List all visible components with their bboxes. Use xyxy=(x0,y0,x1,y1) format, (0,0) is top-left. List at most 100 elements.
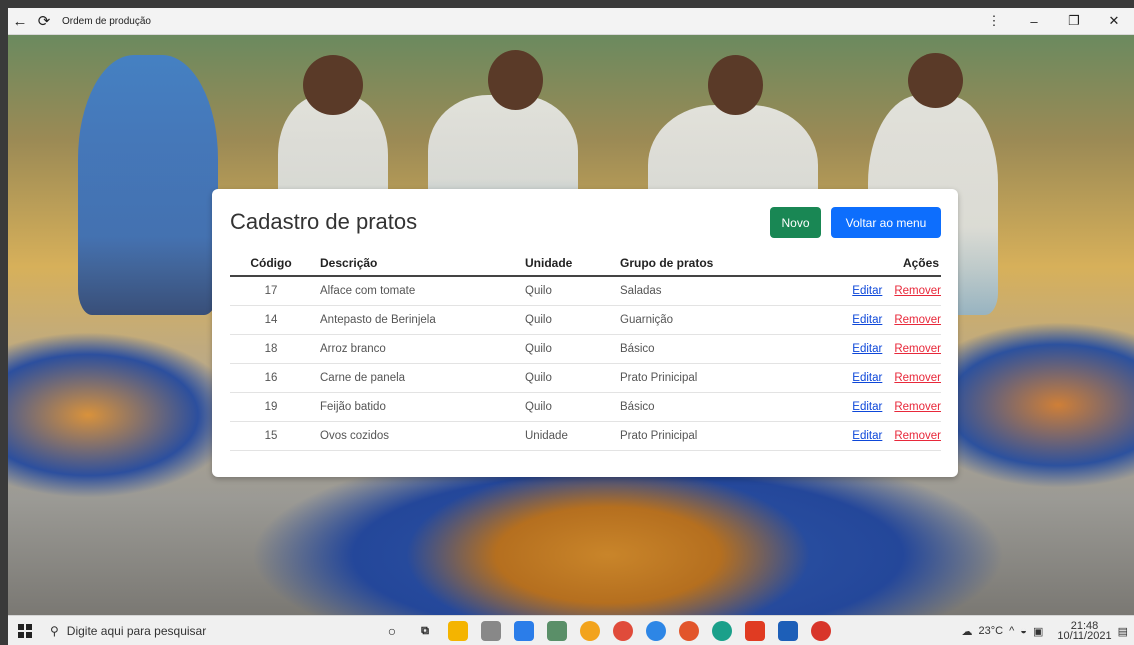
cell-unit: Quilo xyxy=(525,305,620,335)
cell-code: 19 xyxy=(230,392,312,422)
reload-icon[interactable]: ⟳ xyxy=(32,8,56,34)
cell-description: Ovos cozidos xyxy=(312,421,525,451)
edit-link[interactable]: Editar xyxy=(852,285,882,297)
notes-app-icon[interactable] xyxy=(547,621,567,641)
remove-link[interactable]: Remover xyxy=(894,343,941,355)
cell-unit: Quilo xyxy=(525,363,620,393)
clock[interactable]: 21:48 10/11/2021 xyxy=(1051,621,1112,642)
cell-code: 14 xyxy=(230,305,312,335)
cell-group: Básico xyxy=(620,334,810,364)
cell-unit: Quilo xyxy=(525,276,620,306)
cell-unit: Quilo xyxy=(525,392,620,422)
restore-icon[interactable]: ❐ xyxy=(1054,8,1094,34)
window-title: Ordem de produção xyxy=(62,15,151,27)
notification-icon[interactable]: ▤ xyxy=(1118,625,1128,638)
cell-description: Alface com tomate xyxy=(312,276,525,306)
header-group: Grupo de pratos xyxy=(620,251,810,277)
cell-unit: Quilo xyxy=(525,334,620,364)
remove-link[interactable]: Remover xyxy=(894,285,941,297)
dishes-table: Código Descrição Unidade Grupo de pratos… xyxy=(230,251,941,451)
search-icon: ⚲ xyxy=(50,624,59,638)
cell-actions: Editar Remover xyxy=(810,392,941,422)
cell-actions: Editar Remover xyxy=(810,421,941,451)
remove-link[interactable]: Remover xyxy=(894,372,941,384)
cell-description: Carne de panela xyxy=(312,363,525,393)
table-row: 14 Antepasto de Berinjela Quilo Guarniçã… xyxy=(230,305,941,335)
tray-chevron-icon[interactable]: ^ xyxy=(1009,625,1014,637)
app-s-icon[interactable] xyxy=(646,621,666,641)
weather-temp[interactable]: 23°C xyxy=(979,625,1004,637)
dishes-card: Cadastro de pratos Novo Voltar ao menu C… xyxy=(212,189,958,477)
edit-link[interactable]: Editar xyxy=(852,430,882,442)
bg-figure-head xyxy=(908,53,963,108)
window-controls: ⋮ – ❐ ✕ xyxy=(974,8,1134,34)
bg-figure-head xyxy=(488,50,543,110)
search-app-icon[interactable] xyxy=(514,621,534,641)
cell-unit: Unidade xyxy=(525,421,620,451)
chrome-canary-icon[interactable] xyxy=(580,621,600,641)
minimize-icon[interactable]: – xyxy=(1014,8,1054,34)
more-menu-icon[interactable]: ⋮ xyxy=(974,8,1014,34)
window-titlebar: ← ⟳ Ordem de produção ⋮ – ❐ ✕ xyxy=(8,8,1134,35)
header-actions: Ações xyxy=(810,251,941,277)
cell-description: Arroz branco xyxy=(312,334,525,364)
screen: ← ⟳ Ordem de produção ⋮ – ❐ ✕ Cadastro d… xyxy=(8,8,1134,645)
cell-group: Prato Prinicipal xyxy=(620,421,810,451)
settings-app-icon[interactable] xyxy=(481,621,501,641)
cell-code: 16 xyxy=(230,363,312,393)
outlook-icon[interactable] xyxy=(778,621,798,641)
edit-link[interactable]: Editar xyxy=(852,401,882,413)
cell-description: Feijão batido xyxy=(312,392,525,422)
header-description: Descrição xyxy=(312,251,525,277)
back-to-menu-button[interactable]: Voltar ao menu xyxy=(831,207,941,238)
cell-group: Básico xyxy=(620,392,810,422)
windows-taskbar: ⚲ Digite aqui para pesquisar ○ ⧉ ☁ 23°C … xyxy=(8,615,1134,645)
edit-link[interactable]: Editar xyxy=(852,343,882,355)
table-row: 15 Ovos cozidos Unidade Prato Prinicipal… xyxy=(230,421,941,451)
clock-date: 10/11/2021 xyxy=(1057,630,1112,642)
firefox-icon[interactable] xyxy=(679,621,699,641)
back-arrow-icon[interactable]: ← xyxy=(8,8,32,34)
close-icon[interactable]: ✕ xyxy=(1094,8,1134,34)
cell-group: Prato Prinicipal xyxy=(620,363,810,393)
cell-actions: Editar Remover xyxy=(810,276,941,306)
cell-code: 17 xyxy=(230,276,312,306)
bg-figure-head xyxy=(708,55,763,115)
cell-actions: Editar Remover xyxy=(810,305,941,335)
edge-icon[interactable] xyxy=(712,621,732,641)
bg-figure xyxy=(78,55,218,315)
header-unit: Unidade xyxy=(525,251,620,277)
volume-icon[interactable]: ▣ xyxy=(1033,625,1043,638)
header-code: Código xyxy=(230,251,312,277)
edit-link[interactable]: Editar xyxy=(852,372,882,384)
cortana-icon[interactable]: ○ xyxy=(382,621,402,641)
task-view-icon[interactable]: ⧉ xyxy=(415,621,435,641)
search-placeholder: Digite aqui para pesquisar xyxy=(66,624,207,638)
remove-link[interactable]: Remover xyxy=(894,430,941,442)
bg-figure-head xyxy=(303,55,363,115)
remove-link[interactable]: Remover xyxy=(894,314,941,326)
windows-start-icon[interactable] xyxy=(8,616,42,645)
cell-actions: Editar Remover xyxy=(810,334,941,364)
chrome-icon[interactable] xyxy=(613,621,633,641)
table-row: 19 Feijão batido Quilo Básico Editar Remo… xyxy=(230,392,941,422)
cell-code: 18 xyxy=(230,334,312,364)
weather-icon[interactable]: ☁ xyxy=(962,625,973,638)
cell-group: Guarnição xyxy=(620,305,810,335)
tomato-app-icon[interactable] xyxy=(811,621,831,641)
new-button[interactable]: Novo xyxy=(770,207,821,238)
system-tray: ☁ 23°C ^ ◒ ▣ 21:48 10/11/2021 ▤ xyxy=(956,616,1134,645)
cell-description: Antepasto de Berinjela xyxy=(312,305,525,335)
cell-actions: Editar Remover xyxy=(810,363,941,393)
taskbar-search[interactable]: ⚲ Digite aqui para pesquisar xyxy=(42,616,350,645)
office-icon[interactable] xyxy=(745,621,765,641)
cell-group: Saladas xyxy=(620,276,810,306)
network-icon[interactable]: ◒ xyxy=(1020,625,1027,637)
cell-code: 15 xyxy=(230,421,312,451)
remove-link[interactable]: Remover xyxy=(894,401,941,413)
file-explorer-icon[interactable] xyxy=(448,621,468,641)
edit-link[interactable]: Editar xyxy=(852,314,882,326)
table-row: 17 Alface com tomate Quilo Saladas Edita… xyxy=(230,276,941,306)
page-title: Cadastro de pratos xyxy=(230,209,418,234)
table-row: 18 Arroz branco Quilo Básico Editar Remov… xyxy=(230,334,941,364)
